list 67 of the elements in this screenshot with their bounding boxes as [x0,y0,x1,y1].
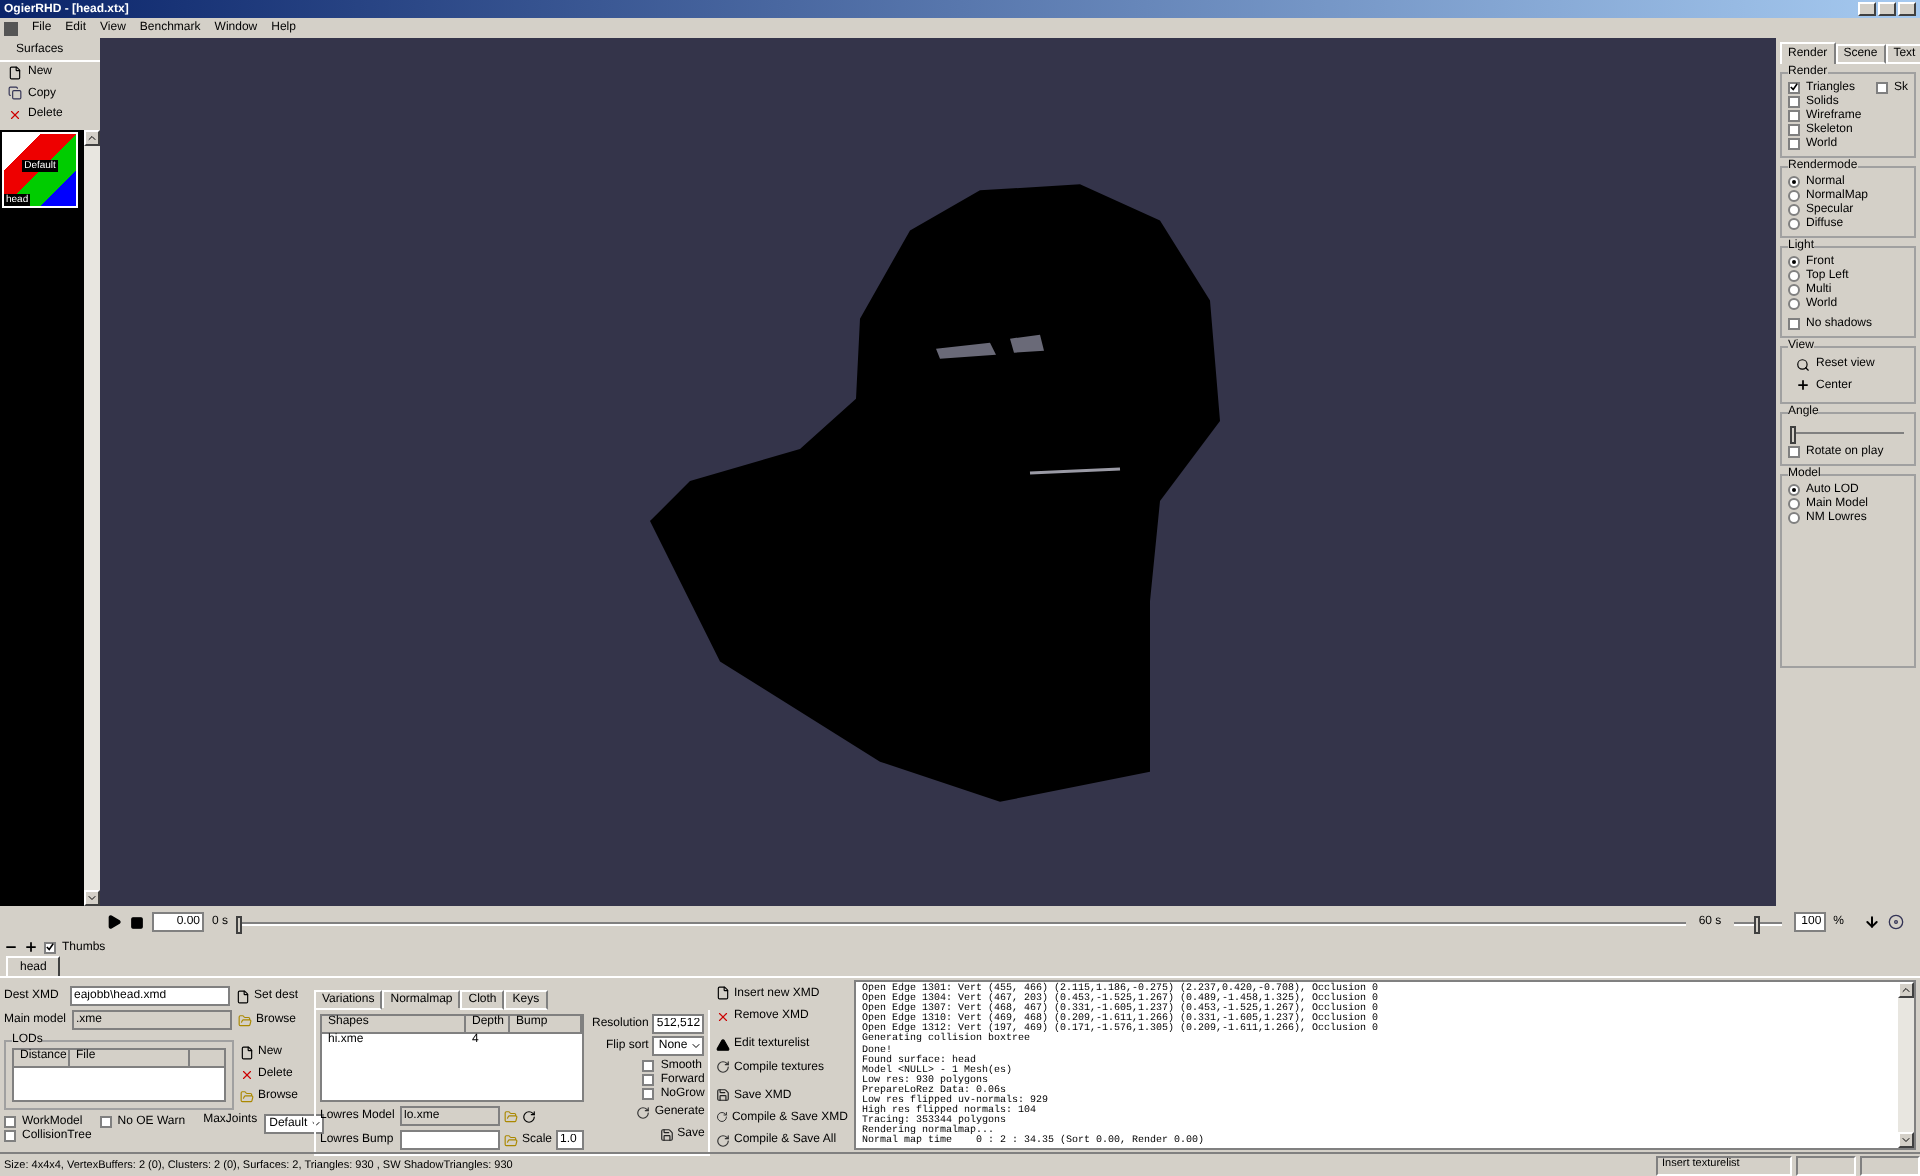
chevron-up-icon [1900,984,1912,996]
delete-icon [8,107,22,122]
new-file-icon [8,65,22,80]
plus-icon[interactable] [24,940,38,954]
chevron-up-icon [86,131,98,143]
folder-icon [238,1013,253,1027]
checkbox-box[interactable] [1788,317,1800,329]
folder-icon [240,1089,254,1103]
minimize-button[interactable] [1858,2,1876,16]
triangle-icon [716,1037,730,1052]
slider-thumb[interactable] [1753,915,1760,933]
scroll-up-button[interactable] [1898,982,1914,998]
new-file-icon [236,989,250,1003]
close-button[interactable] [1898,2,1916,16]
checkbox-box[interactable] [1875,81,1888,93]
checkbox-box[interactable] [642,1073,655,1085]
minus-icon[interactable] [4,940,18,954]
new-file-icon [240,1045,254,1059]
radio-button[interactable] [1788,189,1800,201]
checkbox-box[interactable] [642,1059,655,1071]
app-icon[interactable] [4,21,18,35]
chevron-down-icon [86,892,98,904]
slider-thumb[interactable] [1790,426,1797,444]
scrollbar[interactable] [1898,982,1914,1148]
radio-button[interactable] [1788,203,1800,215]
checkbox-box[interactable] [1788,95,1800,107]
checkbox-box[interactable] [4,1115,16,1127]
delete-icon [716,1009,730,1024]
checkbox-box[interactable] [1788,137,1800,149]
checkbox-box[interactable] [99,1115,112,1127]
radio-button[interactable] [1788,497,1800,509]
radio-button[interactable] [1788,175,1800,187]
dropdown-icon [309,1118,322,1130]
disc-icon[interactable] [1888,914,1904,930]
radio-button[interactable] [1788,511,1800,523]
maximize-button[interactable] [1878,2,1896,16]
save-icon [659,1127,674,1141]
checkbox-box[interactable] [1788,445,1800,457]
save-icon [716,1088,730,1103]
delete-icon [240,1067,254,1081]
scroll-up-button[interactable] [84,129,100,145]
radio-button[interactable] [1788,255,1800,267]
stop-icon[interactable] [130,915,144,929]
plus-icon [1796,378,1810,393]
radio-button[interactable] [1788,269,1800,281]
slider-thumb[interactable] [236,915,243,933]
checkbox-box[interactable] [1788,109,1800,121]
play-icon[interactable] [106,914,122,930]
checkbox-box[interactable] [44,941,56,953]
checkbox-box[interactable] [1788,123,1800,135]
copy-icon [8,86,22,101]
scroll-down-button[interactable] [84,890,100,906]
checkbox-box[interactable] [642,1087,655,1099]
radio-button[interactable] [1788,217,1800,229]
arrow-down-icon[interactable] [1864,914,1880,930]
search-icon [1796,357,1810,372]
radio-button[interactable] [1788,483,1800,495]
scrollbar[interactable] [84,129,100,906]
lowres-bump-field[interactable] [400,1130,500,1150]
checkbox-box[interactable] [1788,81,1800,93]
new-file-icon [716,986,730,1001]
radio-button[interactable] [1788,297,1800,309]
checkbox-box[interactable] [4,1129,16,1141]
radio-button[interactable] [1788,283,1800,295]
scroll-down-button[interactable] [1898,1132,1914,1148]
chevron-down-icon [1900,1134,1912,1146]
dropdown-icon [690,1040,703,1052]
